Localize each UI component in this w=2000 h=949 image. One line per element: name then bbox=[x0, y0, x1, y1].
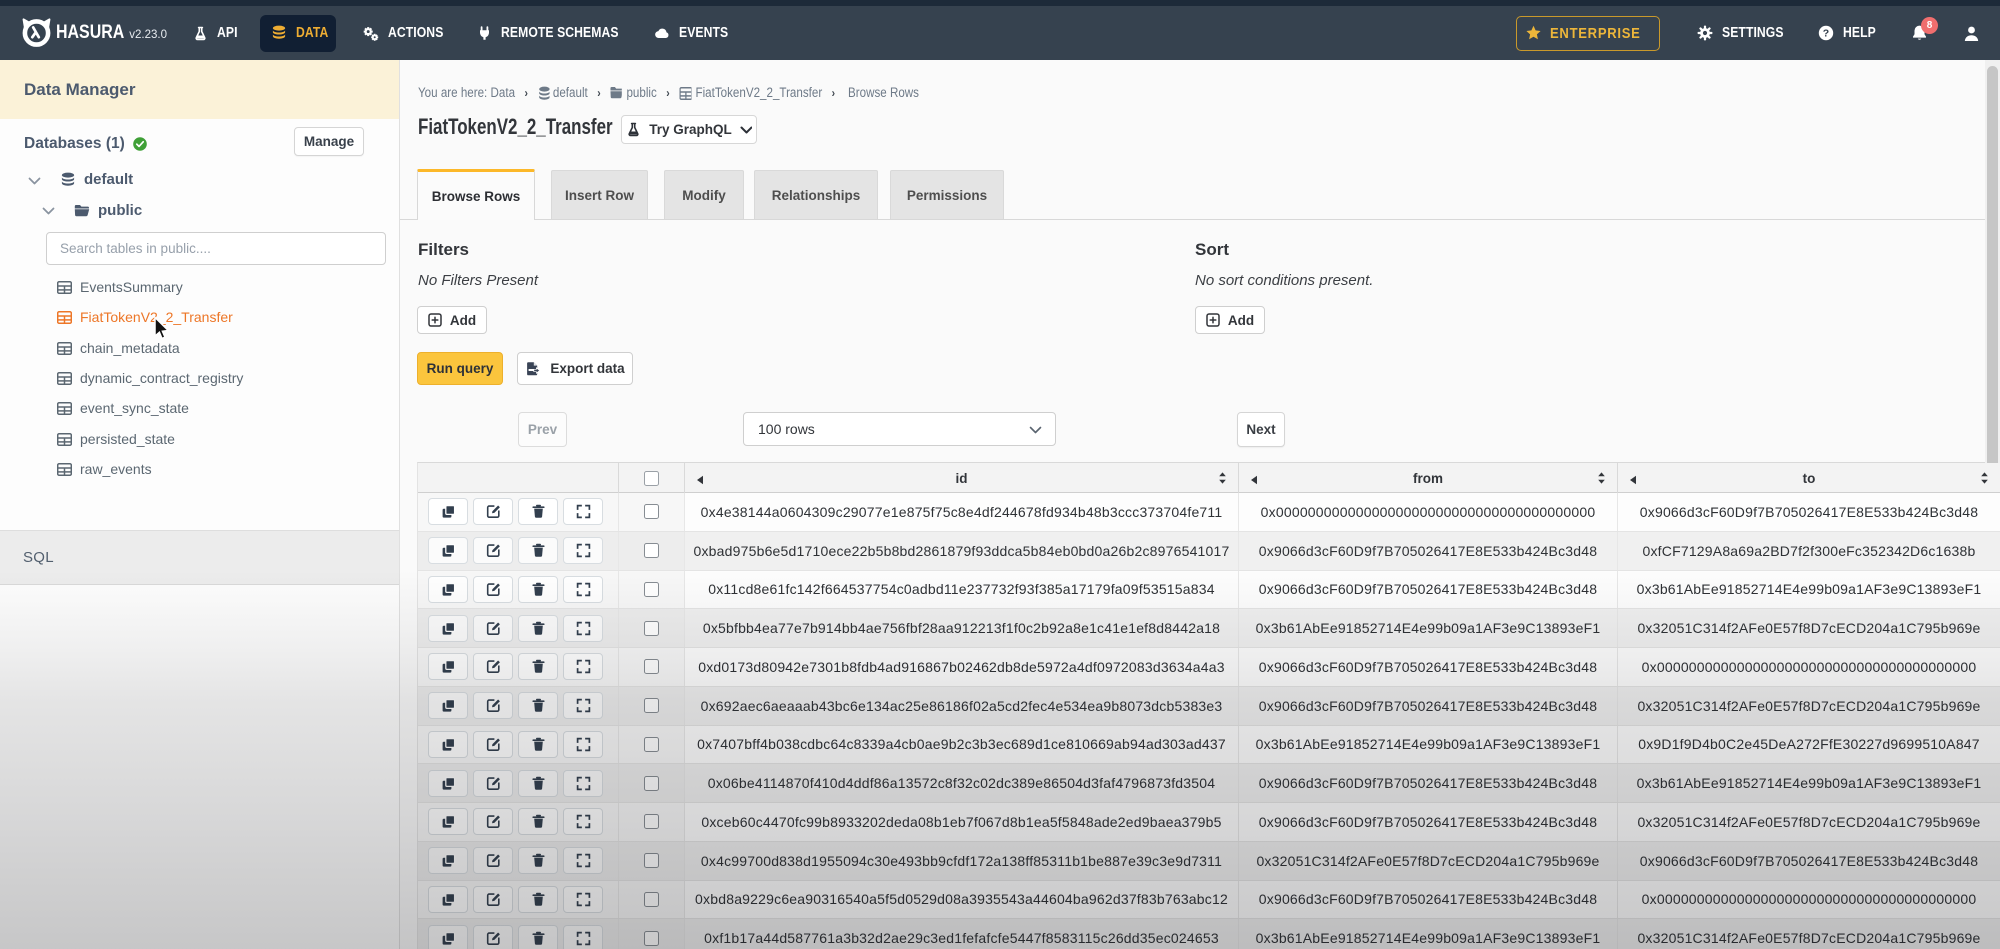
svg-text:?: ? bbox=[1823, 27, 1830, 39]
